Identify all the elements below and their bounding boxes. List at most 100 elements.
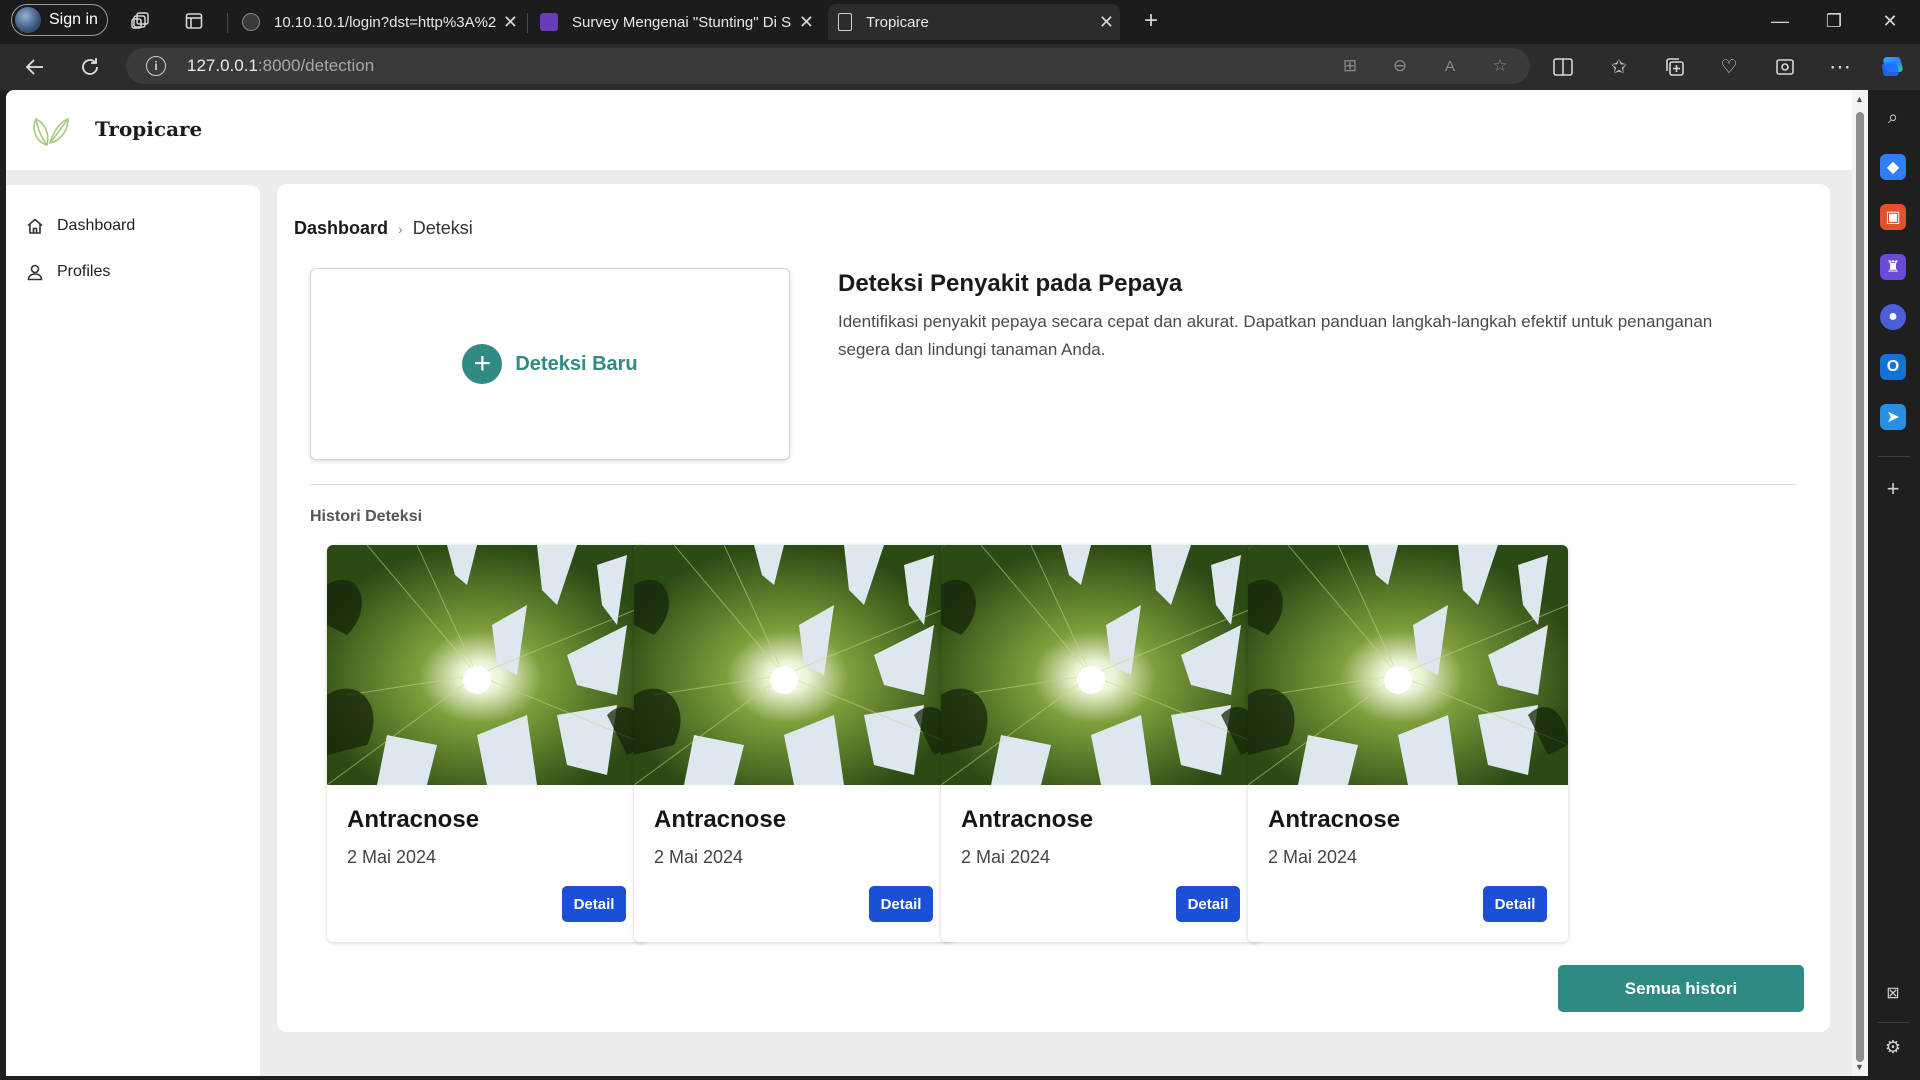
breadcrumb-separator: ›: [398, 220, 403, 237]
tab-title: Tropicare: [866, 13, 929, 31]
telegram-icon[interactable]: ➤: [1880, 404, 1906, 430]
history-photo: [634, 545, 954, 785]
detail-button[interactable]: Detail: [562, 886, 626, 922]
url-text: 127.0.0.1:8000/detection: [187, 56, 375, 75]
close-icon[interactable]: ✕: [799, 12, 814, 33]
close-icon[interactable]: ✕: [503, 12, 518, 33]
history-card: Antracnose 2 Mai 2024 Detail: [1248, 545, 1568, 942]
sidebar-item-label: Profiles: [57, 263, 111, 280]
disease-name: Antracnose: [1268, 806, 1401, 833]
hide-sidebar-icon[interactable]: ⊠: [1880, 980, 1906, 1006]
scroll-up-icon[interactable]: ▲: [1855, 94, 1864, 104]
all-history-button[interactable]: Semua histori: [1558, 965, 1804, 1012]
outlook-icon[interactable]: O: [1880, 354, 1906, 380]
history-photo: [941, 545, 1261, 785]
zoom-icon[interactable]: ⊖: [1388, 54, 1412, 78]
home-icon: [27, 218, 43, 234]
tab-login[interactable]: 10.10.10.1/login?dst=http%3A%2 ✕: [232, 4, 524, 40]
detection-date: 2 Mai 2024: [654, 847, 744, 867]
tab-actions-icon[interactable]: [181, 8, 207, 34]
new-detection-button[interactable]: + Deteksi Baru: [310, 268, 790, 460]
collections-icon[interactable]: [1660, 52, 1690, 82]
copilot-icon[interactable]: [1877, 52, 1907, 82]
favorites-icon[interactable]: ✩: [1604, 52, 1634, 82]
new-tab-button[interactable]: +: [1138, 7, 1164, 34]
history-card: Antracnose 2 Mai 2024 Detail: [634, 545, 954, 942]
history-heading: Histori Deteksi: [310, 508, 423, 525]
split-screen-icon[interactable]: [1548, 52, 1578, 82]
page-description: Identifikasi penyakit pepaya secara cepa…: [838, 312, 1713, 359]
user-icon: [27, 264, 43, 281]
screenshot-icon[interactable]: [1770, 52, 1800, 82]
app-available-icon[interactable]: ⊞: [1338, 54, 1362, 78]
sidebar-settings-icon[interactable]: ⚙: [1880, 1034, 1906, 1060]
disease-name: Antracnose: [347, 806, 480, 833]
breadcrumb-current: Deteksi: [412, 218, 473, 238]
close-icon[interactable]: ✕: [1099, 12, 1114, 33]
sign-in-label: Sign in: [49, 11, 98, 28]
sidebar-item-label: Dashboard: [57, 217, 136, 234]
sidebar-item-dashboard[interactable]: Dashboard: [26, 213, 135, 239]
sign-in-button[interactable]: Sign in: [11, 4, 108, 36]
sidebar: Dashboard Profiles: [6, 185, 260, 1076]
brand-name: Tropicare: [95, 117, 203, 141]
tab-tropicare[interactable]: Tropicare ✕: [828, 4, 1120, 40]
scrollbar-thumb[interactable]: [1856, 112, 1864, 1062]
sidebar-search-icon[interactable]: ⌕: [1880, 104, 1906, 130]
shopping-tag-icon[interactable]: ◆: [1880, 154, 1906, 180]
section-divider: [310, 484, 1797, 485]
papaya-leaf-photo: [941, 545, 1261, 785]
app-header: Tropicare: [6, 90, 1852, 170]
globe-icon: [242, 13, 260, 31]
tab-separator: [527, 13, 528, 33]
sidebar-item-profiles[interactable]: Profiles: [26, 259, 110, 285]
url-field[interactable]: i 127.0.0.1:8000/detection ⊞ ⊖ A ☆: [126, 48, 1530, 84]
favorite-star-icon[interactable]: ☆: [1488, 54, 1512, 78]
browser-essentials-icon[interactable]: ♡: [1714, 52, 1744, 82]
games-icon[interactable]: ♜: [1880, 254, 1906, 280]
disease-name: Antracnose: [654, 806, 787, 833]
scroll-down-icon[interactable]: ▼: [1855, 1062, 1864, 1072]
detection-date: 2 Mai 2024: [961, 847, 1051, 867]
avatar: [15, 7, 41, 33]
page-scrollbar[interactable]: ▲ ▼: [1852, 90, 1868, 1076]
workspaces-icon[interactable]: [128, 8, 154, 34]
tab-survey[interactable]: Survey Mengenai "Stunting" Di S ✕: [530, 4, 820, 40]
detection-date: 2 Mai 2024: [347, 847, 437, 867]
more-options-icon[interactable]: ⋯: [1825, 52, 1855, 82]
breadcrumb-dashboard[interactable]: Dashboard: [294, 218, 388, 239]
window-close-icon[interactable]: ✕: [1870, 8, 1910, 34]
restore-icon[interactable]: ❐: [1814, 8, 1854, 34]
disease-name: Antracnose: [961, 806, 1094, 833]
detail-button[interactable]: Detail: [869, 886, 933, 922]
history-photo: [327, 545, 647, 785]
site-info-icon[interactable]: i: [146, 56, 166, 76]
tab-title: Survey Mengenai "Stunting" Di S: [572, 13, 792, 31]
new-detection-label: Deteksi Baru: [515, 352, 638, 375]
sidebar-separator: [1878, 1022, 1910, 1023]
history-photo: [1248, 545, 1568, 785]
add-sidebar-app-icon[interactable]: +: [1880, 476, 1906, 502]
history-card: Antracnose 2 Mai 2024 Detail: [941, 545, 1261, 942]
detection-date: 2 Mai 2024: [1268, 847, 1358, 867]
minimize-icon[interactable]: —: [1760, 8, 1800, 34]
papaya-leaf-photo: [634, 545, 954, 785]
microsoft-365-icon[interactable]: ●: [1880, 304, 1906, 330]
detail-button[interactable]: Detail: [1176, 886, 1240, 922]
browser-tab-bar: Sign in 10.10.10.1/login?dst=http%3A%2 ✕…: [0, 0, 1920, 44]
detail-button[interactable]: Detail: [1483, 886, 1547, 922]
leaf-logo-icon: [26, 107, 72, 153]
form-icon: [540, 13, 558, 31]
breadcrumb: Dashboard › Deteksi: [294, 218, 473, 239]
plus-circle-icon: +: [462, 344, 503, 384]
papaya-leaf-photo: [327, 545, 647, 785]
papaya-leaf-photo: [1248, 545, 1568, 785]
read-aloud-icon[interactable]: A: [1438, 54, 1462, 78]
tab-title: 10.10.10.1/login?dst=http%3A%2: [274, 13, 497, 31]
sidebar-separator: [1878, 456, 1910, 457]
tools-briefcase-icon[interactable]: ▣: [1880, 204, 1906, 230]
back-icon[interactable]: [20, 52, 50, 82]
tab-separator: [227, 13, 228, 33]
address-bar-row: i 127.0.0.1:8000/detection ⊞ ⊖ A ☆ ✩ ♡ ⋯: [0, 44, 1920, 90]
refresh-icon[interactable]: [75, 52, 105, 82]
